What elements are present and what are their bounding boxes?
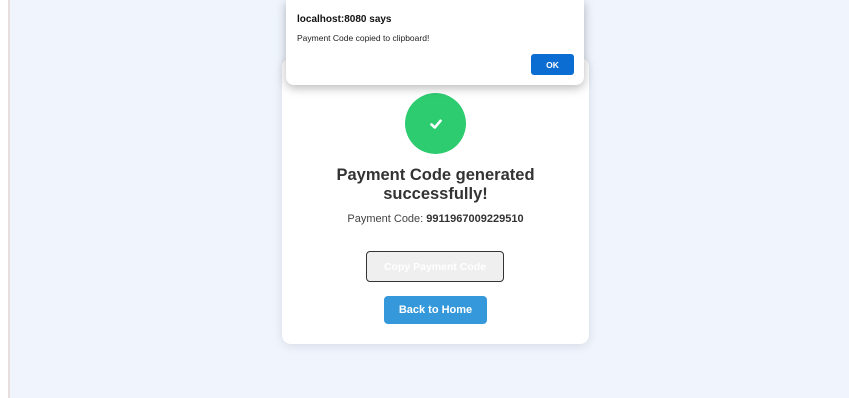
back-to-home-button[interactable]: Back to Home <box>384 296 487 324</box>
payment-success-card: Payment Code generated successfully! Pay… <box>282 58 589 344</box>
dialog-message: Payment Code copied to clipboard! <box>297 33 430 43</box>
payment-code-value: 9911967009229510 <box>426 213 524 225</box>
dialog-title: localhost:8080 says <box>297 14 392 25</box>
copy-payment-code-button[interactable]: Copy Payment Code <box>366 251 504 282</box>
alert-dialog: localhost:8080 says Payment Code copied … <box>286 0 584 85</box>
payment-code-label: Payment Code: <box>347 213 424 225</box>
check-icon <box>429 119 442 129</box>
success-badge <box>405 93 466 154</box>
success-title: Payment Code generated successfully! <box>336 166 535 203</box>
dialog-ok-button[interactable]: OK <box>531 54 574 75</box>
payment-code-line: Payment Code: 9911967009229510 <box>282 213 589 225</box>
